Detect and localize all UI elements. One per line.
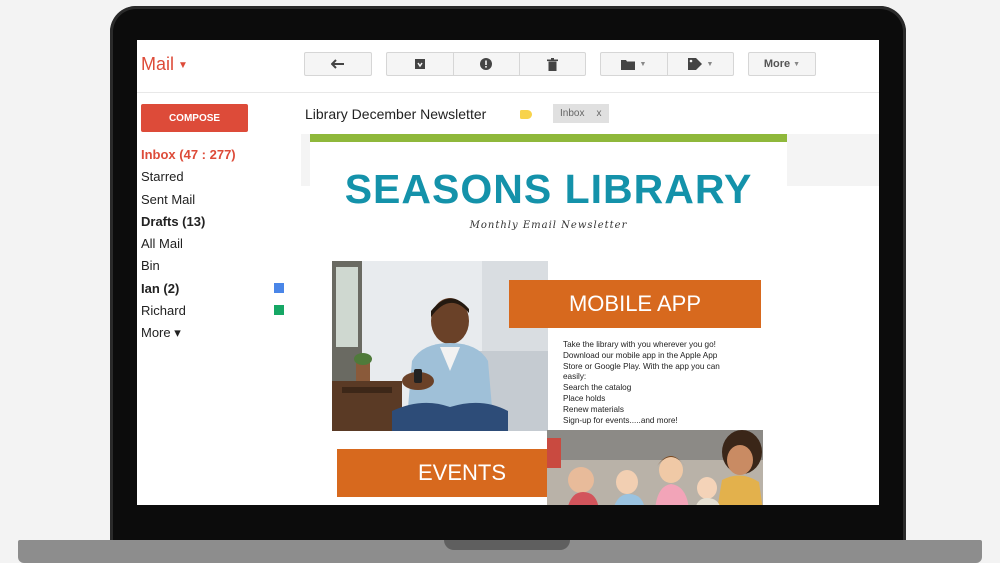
mobile-app-banner: MOBILE APP — [509, 280, 761, 328]
newsletter-subtitle: Monthly Email Newsletter — [469, 220, 628, 231]
laptop-screen: Mail ▼ ▼ ▼ More ▼ COMPOSE Inbox (47 : 277… — [137, 40, 879, 505]
labels-button[interactable]: ▼ — [667, 52, 734, 76]
more-button[interactable]: More ▼ — [748, 52, 816, 76]
mobile-app-text-line: Sign-up for events.....and more! — [563, 415, 678, 425]
label-color-swatch — [274, 305, 284, 316]
mobile-app-text-line: easily: — [563, 372, 587, 382]
chevron-down-icon: ▼ — [793, 60, 801, 68]
newsletter-body: SEASONS LIBRARY Monthly Email Newsletter… — [310, 134, 787, 505]
laptop-notch — [444, 540, 570, 550]
sidebar-item[interactable]: Bin — [141, 255, 291, 277]
chevron-down-icon: ▼ — [706, 60, 714, 68]
sidebar-item-label: More ▾ — [141, 325, 181, 341]
sidebar-item[interactable]: All Mail — [141, 233, 291, 255]
inbox-label-text: Inbox — [560, 108, 585, 119]
back-arrow-icon — [331, 59, 344, 69]
remove-label-button[interactable]: x — [596, 108, 601, 119]
newsletter-title: SEASONS LIBRARY — [344, 166, 753, 212]
chevron-down-icon: ▼ — [639, 60, 647, 68]
back-button[interactable] — [304, 52, 372, 76]
label-color-swatch — [274, 282, 284, 293]
mobile-app-text-line: Download our mobile app in the Apple App — [563, 350, 718, 360]
email-subject: Library December Newsletter — [305, 106, 487, 122]
sidebar-nav: Inbox (47 : 277) Starred Sent Mail Drafts (… — [141, 144, 291, 345]
exclamation-icon — [480, 58, 492, 70]
children-storytime-photo — [547, 430, 763, 505]
sidebar-item[interactable]: Sent Mail — [141, 189, 291, 211]
sidebar-item-label: Inbox (47 : 277) — [141, 147, 236, 162]
sidebar-item-label: Sent Mail — [141, 191, 196, 207]
sidebar-item-label: Bin — [141, 258, 160, 274]
folder-icon — [620, 59, 635, 70]
sidebar-item[interactable]: Starred — [141, 166, 291, 188]
report-spam-button[interactable] — [453, 52, 519, 76]
sidebar-item[interactable]: More ▾ — [141, 322, 291, 344]
tag-icon — [687, 58, 702, 70]
chevron-down-icon: ▼ — [178, 59, 188, 71]
sidebar-item-label: Drafts (13) — [141, 213, 206, 229]
sidebar-item-label: Richard — [141, 303, 186, 319]
mail-logo-label: Mail — [141, 54, 175, 74]
sidebar-item[interactable]: Drafts (13) — [141, 211, 291, 233]
sidebar-item-label: Ian (2) — [141, 280, 180, 296]
delete-button[interactable] — [519, 52, 586, 76]
mobile-app-text-line: Take the library with you wherever you g… — [563, 340, 716, 349]
header-divider — [137, 92, 879, 93]
newsletter-accent-bar — [310, 134, 787, 142]
inbox-label-chip: Inbox x — [553, 104, 609, 123]
label-tag-icon[interactable] — [520, 110, 532, 119]
mobile-app-text-line: Search the catalog — [563, 383, 632, 393]
move-to-button[interactable]: ▼ — [600, 52, 667, 76]
sidebar-item[interactable]: Inbox (47 : 277) — [141, 144, 291, 166]
sidebar-item-label: Starred — [141, 169, 184, 185]
mobile-app-text-line: Renew materials — [563, 404, 624, 414]
more-button-label: More — [763, 58, 791, 70]
archive-icon — [414, 59, 425, 69]
sidebar-item[interactable]: Richard — [141, 300, 291, 322]
mobile-app-text-line: Place holds — [563, 393, 606, 403]
mobile-app-text-line: Store or Google Play. With the app you c… — [563, 361, 720, 371]
mobile-app-description: Take the library with you wherever you g… — [563, 340, 773, 426]
compose-button[interactable]: COMPOSE — [141, 104, 248, 132]
trash-icon — [547, 57, 558, 71]
archive-button[interactable] — [386, 52, 453, 76]
sidebar-item[interactable]: Ian (2) — [141, 278, 291, 300]
mail-menu[interactable]: Mail ▼ — [141, 54, 188, 75]
sidebar-item-label: All Mail — [141, 236, 183, 252]
